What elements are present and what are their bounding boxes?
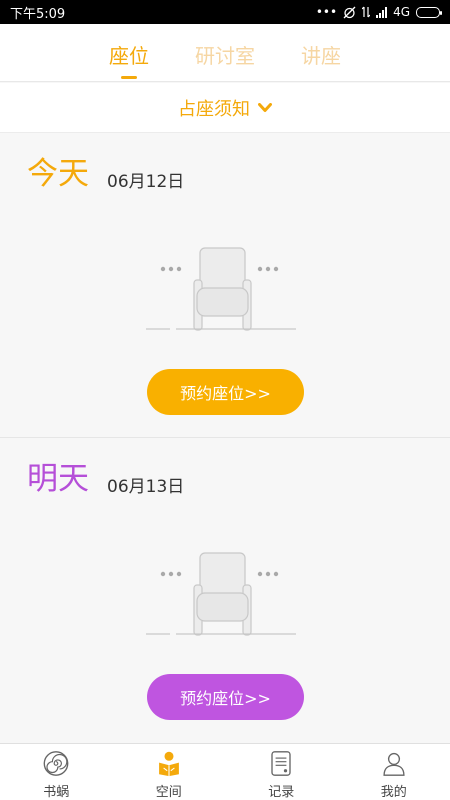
seat-notice-toggle[interactable]: 占座须知 <box>0 83 450 133</box>
signal-icon <box>376 6 388 18</box>
network-type: 4G <box>393 5 410 19</box>
data-arrows-icon <box>362 6 371 18</box>
day-card-today: 今天 06月12日 预约座位>> <box>0 134 450 438</box>
profile-icon <box>383 752 405 776</box>
nav-label: 空间 <box>155 785 182 800</box>
seat-notice-label: 占座须知 <box>178 98 250 120</box>
tab-seat[interactable]: 座位 <box>109 24 149 81</box>
book-seat-button[interactable]: 预约座位>> <box>147 674 304 720</box>
nav-item-record[interactable]: 记录 <box>225 744 338 800</box>
nav-item-space[interactable]: 空间 <box>113 744 226 800</box>
bottom-nav: 书蜗 空间 记录 我的 <box>0 743 450 800</box>
battery-icon <box>416 6 442 18</box>
notification-dots: ••• <box>315 5 338 19</box>
nav-label: 我的 <box>380 785 407 800</box>
tab-lecture[interactable]: 讲座 <box>301 24 341 81</box>
status-time: 下午5:09 <box>10 6 66 22</box>
nav-label: 记录 <box>268 785 295 800</box>
chevron-down-icon <box>258 102 272 112</box>
space-tabs: 座位 研讨室 讲座 <box>0 24 450 82</box>
seat-chair-icon <box>146 247 296 331</box>
nav-label: 书蜗 <box>43 785 70 800</box>
book-seat-button[interactable]: 预约座位>> <box>147 369 304 415</box>
status-indicators: ••• 4G <box>315 5 442 19</box>
record-icon <box>271 751 291 776</box>
status-bar: 下午5:09 ••• 4G <box>0 0 450 24</box>
date-label: 06月12日 <box>107 172 185 192</box>
day-label: 今天 <box>27 156 89 192</box>
day-label: 明天 <box>27 461 89 497</box>
nav-item-shuwo[interactable]: 书蜗 <box>0 744 113 800</box>
nav-item-mine[interactable]: 我的 <box>338 744 450 800</box>
seat-chair-icon <box>146 552 296 636</box>
alarm-off-icon <box>343 6 356 18</box>
snail-shell-icon <box>43 751 69 776</box>
reader-icon <box>158 751 179 777</box>
tab-seminar-room[interactable]: 研讨室 <box>195 24 255 81</box>
day-card-tomorrow: 明天 06月13日 预约座位>> <box>0 439 450 743</box>
date-label: 06月13日 <box>107 477 185 497</box>
